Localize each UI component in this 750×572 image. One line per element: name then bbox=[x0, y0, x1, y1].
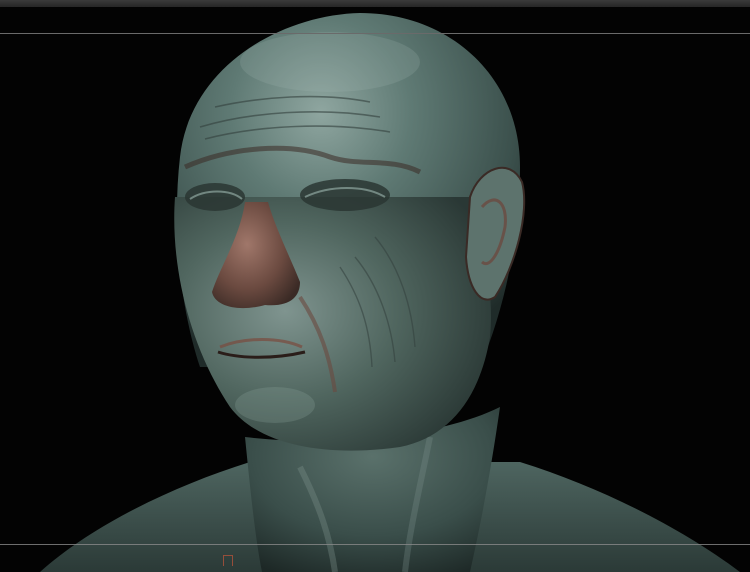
bottom-edge-marker bbox=[223, 555, 233, 566]
cranium-highlight bbox=[240, 32, 420, 92]
face-mesh bbox=[174, 197, 491, 451]
canvas-viewport[interactable] bbox=[0, 7, 750, 572]
sculpt-app-window bbox=[0, 0, 750, 572]
chin-highlight bbox=[235, 387, 315, 423]
sculpted-head-model[interactable] bbox=[0, 7, 750, 572]
viewport-frame-top-line bbox=[0, 33, 750, 34]
viewport-frame-bottom-line bbox=[0, 544, 750, 545]
ear-mesh bbox=[464, 166, 526, 301]
right-eye-socket bbox=[300, 179, 390, 211]
